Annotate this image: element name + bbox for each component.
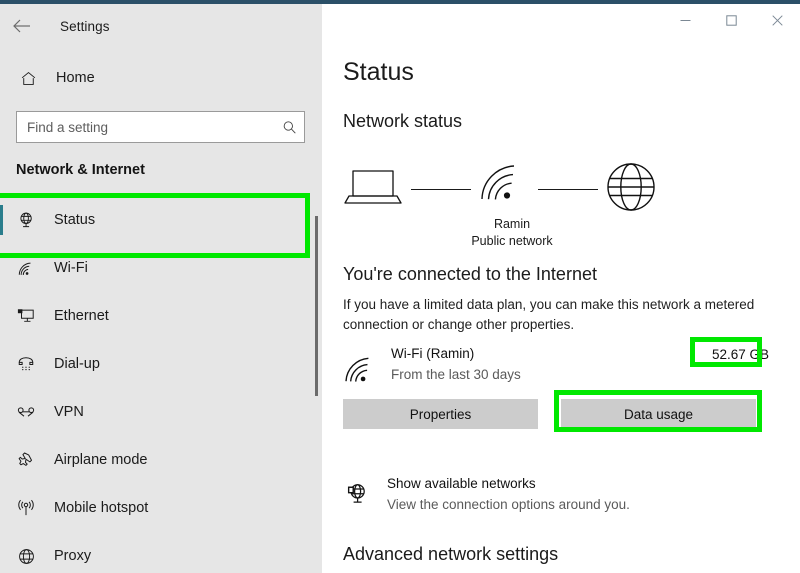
connection-title: You're connected to the Internet — [343, 264, 597, 284]
show-available-networks-title: Show available networks — [387, 476, 536, 491]
sidebar-item-dial-up[interactable]: Dial-up — [0, 340, 322, 388]
globe-icon — [605, 161, 657, 218]
globe-display-icon — [343, 479, 373, 509]
airplane-icon — [12, 446, 40, 474]
sidebar: Settings Home Network & Internet — [0, 4, 322, 573]
close-button[interactable] — [754, 4, 800, 36]
proxy-globe-icon — [12, 542, 40, 570]
sidebar-item-dial-up-label: Dial-up — [54, 356, 100, 372]
ethernet-icon — [12, 302, 40, 330]
selection-indicator — [0, 205, 3, 235]
sidebar-titlebar: Settings — [0, 4, 322, 48]
sidebar-item-airplane-mode-label: Airplane mode — [54, 452, 148, 468]
show-available-networks[interactable]: Show available networks View the connect… — [343, 476, 783, 520]
home-icon — [16, 66, 40, 90]
diagram-network-caption: Ramin Public network — [432, 216, 592, 250]
wifi-icon — [343, 350, 377, 384]
sidebar-item-wifi[interactable]: Wi-Fi — [0, 244, 322, 292]
sidebar-item-ethernet[interactable]: Ethernet — [0, 292, 322, 340]
wifi-signal-icon — [480, 163, 528, 208]
page-title: Status — [343, 58, 414, 86]
sidebar-scrollbar-thumb[interactable] — [315, 216, 318, 396]
search-box[interactable] — [16, 111, 305, 143]
sidebar-item-mobile-hotspot-label: Mobile hotspot — [54, 500, 149, 516]
vpn-icon — [12, 398, 40, 426]
sidebar-item-proxy-label: Proxy — [54, 548, 92, 564]
network-diagram — [343, 159, 783, 219]
sidebar-item-status[interactable]: Status — [0, 196, 322, 244]
maximize-button[interactable] — [708, 4, 754, 36]
settings-window: Settings Home Network & Internet — [0, 0, 800, 573]
diagram-network-name: Ramin — [493, 217, 531, 231]
sidebar-item-wifi-label: Wi-Fi — [54, 260, 88, 276]
sidebar-item-status-label: Status — [54, 212, 96, 228]
sidebar-item-home[interactable]: Home — [0, 60, 300, 96]
sidebar-item-vpn-label: VPN — [54, 404, 84, 420]
sidebar-item-vpn[interactable]: VPN — [0, 388, 322, 436]
sidebar-scrollbar[interactable] — [314, 196, 320, 573]
network-status-heading: Network status — [343, 111, 463, 131]
sidebar-item-ethernet-label: Ethernet — [54, 308, 109, 324]
sidebar-item-airplane-mode[interactable]: Airplane mode — [0, 436, 322, 484]
wifi-adapter-name: Wi-Fi (Ramin) — [391, 346, 475, 361]
laptop-icon — [343, 167, 403, 214]
advanced-network-settings-heading: Advanced network settings — [343, 544, 559, 564]
sidebar-item-proxy[interactable]: Proxy — [0, 532, 322, 573]
sidebar-item-home-label: Home — [56, 70, 95, 86]
sidebar-item-mobile-hotspot[interactable]: Mobile hotspot — [0, 484, 322, 532]
connection-description: If you have a limited data plan, you can… — [343, 297, 755, 332]
app-title: Settings — [60, 18, 110, 34]
wifi-adapter-row: Wi-Fi (Ramin) From the last 30 days 52.6… — [343, 344, 783, 390]
wifi-icon — [12, 254, 40, 282]
diagram-link-left — [411, 189, 471, 190]
status-globe-icon — [12, 206, 40, 234]
properties-button[interactable]: Properties — [343, 399, 538, 429]
window-controls — [662, 4, 800, 36]
diagram-link-right — [538, 189, 598, 190]
show-available-networks-subtitle: View the connection options around you. — [387, 497, 630, 512]
back-arrow-icon[interactable] — [0, 6, 44, 46]
wifi-adapter-subtitle: From the last 30 days — [391, 367, 521, 382]
sidebar-nav: Status Wi-Fi Ethernet Dial-up VPN Airpla… — [0, 196, 322, 573]
search-icon[interactable] — [274, 112, 304, 142]
main-content: Status Network status Ramin Public netwo… — [322, 4, 800, 573]
mobile-hotspot-icon — [12, 494, 40, 522]
search-input[interactable] — [17, 112, 274, 142]
dialup-phone-icon — [12, 350, 40, 378]
sidebar-section-title: Network & Internet — [16, 162, 145, 178]
data-usage-value: 52.67 GB — [712, 347, 770, 362]
minimize-button[interactable] — [662, 4, 708, 36]
data-usage-button[interactable]: Data usage — [561, 399, 756, 429]
diagram-network-type: Public network — [471, 234, 553, 248]
